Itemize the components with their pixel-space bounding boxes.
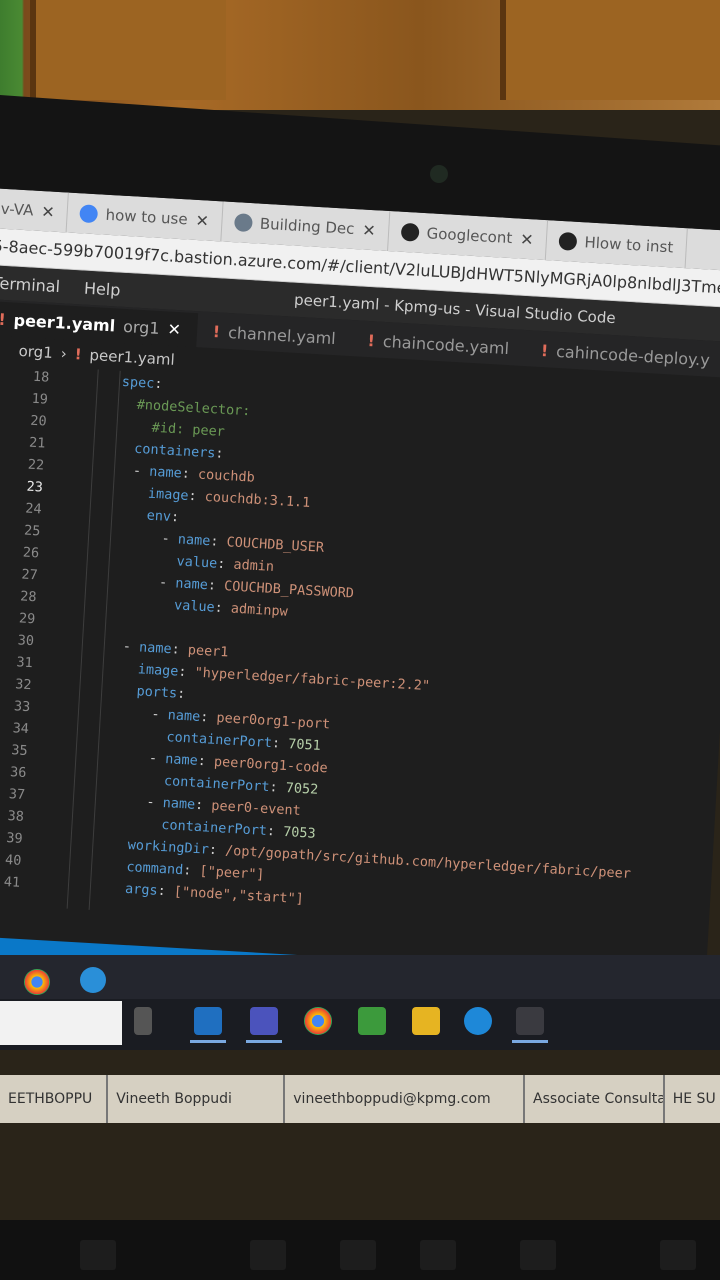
- google-icon: [79, 204, 99, 224]
- close-icon[interactable]: ✕: [362, 220, 376, 240]
- keyboard-key: [520, 1240, 556, 1270]
- github-icon: [558, 231, 578, 251]
- line-number: 28: [19, 588, 37, 606]
- close-icon[interactable]: ✕: [41, 202, 55, 222]
- code-editor[interactable]: 18 spec: 19 #nodeSelector: 20 #id: peer 21 …: [0, 363, 720, 934]
- monitor-screen: v-VA ✕ how to use ✕ Building Dec ✕ Googl…: [0, 188, 720, 1021]
- close-icon[interactable]: ✕: [167, 319, 181, 339]
- remote-session-bar: [0, 955, 720, 999]
- line-number: 29: [18, 610, 36, 628]
- keyboard-key: [420, 1240, 456, 1270]
- editor-tab-label: cahincode-deploy.y: [555, 341, 711, 370]
- teams-icon[interactable]: [246, 1007, 282, 1043]
- tab-title: Building Dec: [259, 214, 355, 239]
- editor-tab-label: chaincode.yaml: [382, 331, 510, 358]
- yaml-file-icon: !: [74, 345, 83, 364]
- line-number: 30: [17, 632, 35, 650]
- chrome-canary-icon[interactable]: [512, 1007, 548, 1043]
- close-icon[interactable]: ✕: [520, 229, 534, 249]
- cabinet-door: [30, 0, 226, 100]
- globe-icon: [233, 213, 253, 233]
- line-number: 27: [21, 566, 39, 584]
- editor-tab-label: peer1.yaml: [13, 310, 116, 335]
- keyboard-key: [660, 1240, 696, 1270]
- label-cell: HE SU: [672, 1091, 716, 1107]
- label-cell: Vineeth Boppudi: [108, 1075, 286, 1123]
- browser-tab[interactable]: v-VA ✕: [0, 188, 69, 233]
- breadcrumb-folder[interactable]: org1: [18, 342, 53, 362]
- label-cell: Associate Consultant: [525, 1075, 665, 1123]
- tab-title: Hlow to inst: [584, 233, 674, 257]
- line-number: 41: [3, 873, 21, 891]
- breadcrumb-file[interactable]: peer1.yaml: [89, 346, 175, 369]
- chevron-right-icon: ›: [60, 344, 68, 363]
- label-cell: vineethboppudi@kpmg.com: [285, 1075, 526, 1123]
- chrome-icon[interactable]: [304, 1007, 332, 1035]
- yaml-file-icon: !: [0, 309, 7, 329]
- editor-tab-label: channel.yaml: [227, 322, 337, 348]
- remote-desktop-icon[interactable]: [80, 967, 106, 993]
- line-number: 34: [12, 720, 30, 738]
- menu-terminal[interactable]: Terminal: [0, 273, 61, 296]
- line-number: 25: [23, 522, 41, 540]
- yaml-file-icon: !: [212, 321, 221, 341]
- chrome-icon[interactable]: [24, 969, 50, 995]
- file-explorer-icon[interactable]: [412, 1007, 440, 1035]
- cabinet-door: [500, 0, 720, 100]
- github-icon: [400, 222, 420, 242]
- keyboard-key: [250, 1240, 286, 1270]
- line-number: 36: [9, 764, 27, 782]
- editor-tab-dir: org1: [122, 316, 161, 338]
- menu-help[interactable]: Help: [84, 278, 122, 299]
- keyboard-key: [80, 1240, 116, 1270]
- line-number: 32: [14, 676, 32, 694]
- desk-label-strip: EETHBOPPU Vineeth Boppudi vineethboppudi…: [0, 1075, 720, 1123]
- line-number: 39: [5, 830, 24, 847]
- line-number: 40: [4, 851, 22, 869]
- windows-taskbar: [0, 955, 720, 1050]
- line-number: 31: [16, 654, 34, 672]
- taskbar-search-box[interactable]: [0, 1001, 122, 1045]
- line-number: 26: [22, 544, 40, 562]
- close-icon[interactable]: ✕: [195, 210, 209, 230]
- label-cell: EETHBOPPU: [0, 1075, 109, 1123]
- line-number: 37: [8, 786, 26, 804]
- tab-title: how to use: [105, 205, 189, 229]
- line-number: 33: [13, 698, 31, 716]
- keyboard: [0, 1220, 720, 1280]
- wooden-cabinet-background: [0, 0, 720, 110]
- line-number: 38: [7, 808, 25, 825]
- line-number: 35: [10, 742, 29, 760]
- yaml-file-icon: !: [540, 340, 549, 360]
- tab-title: v-VA: [0, 199, 34, 220]
- outlook-icon[interactable]: [190, 1007, 226, 1043]
- edge-icon[interactable]: [464, 1007, 492, 1035]
- notepad-icon[interactable]: [358, 1007, 386, 1035]
- webcam-icon: [430, 165, 448, 183]
- task-view-icon[interactable]: [134, 1007, 152, 1035]
- keyboard-key: [340, 1240, 376, 1270]
- yaml-file-icon: !: [367, 330, 376, 350]
- tab-title: Googlecont: [426, 224, 513, 248]
